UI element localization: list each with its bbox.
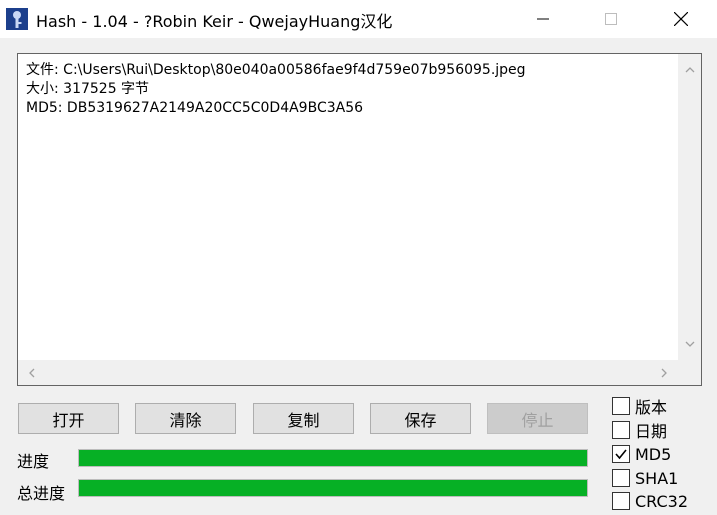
output-text: 文件: C:\Users\Rui\Desktop\80e040a00586fae… xyxy=(26,61,526,118)
title-bar: Hash - 1.04 - ?Robin Keir - QwejayHuang汉… xyxy=(0,0,717,38)
md5-checkbox[interactable] xyxy=(612,445,630,463)
crc32-checkbox[interactable] xyxy=(612,492,630,510)
scroll-down-icon[interactable] xyxy=(680,334,700,354)
maximize-button[interactable] xyxy=(588,0,634,38)
stop-button[interactable]: 停止 xyxy=(487,403,588,434)
md5-label: MD5 xyxy=(635,444,672,464)
scroll-up-icon[interactable] xyxy=(680,60,700,80)
hash-app-icon xyxy=(5,7,29,31)
minimize-icon xyxy=(537,18,549,20)
maximize-icon xyxy=(605,13,617,25)
sha1-label: SHA1 xyxy=(635,468,679,488)
close-icon xyxy=(674,12,688,26)
progress-label: 进度 xyxy=(17,452,50,471)
total-progress-bar xyxy=(78,479,588,497)
copy-button[interactable]: 复制 xyxy=(253,403,354,434)
sha1-checkbox[interactable] xyxy=(612,469,630,487)
date-checkbox[interactable] xyxy=(612,421,630,439)
version-label: 版本 xyxy=(635,398,668,417)
close-button[interactable] xyxy=(658,0,704,38)
option-md5[interactable]: MD5 xyxy=(612,443,671,465)
checkmark-icon xyxy=(615,449,627,460)
window-title: Hash - 1.04 - ?Robin Keir - QwejayHuang汉… xyxy=(36,12,393,31)
horizontal-scrollbar[interactable] xyxy=(18,360,679,385)
clear-button[interactable]: 清除 xyxy=(135,403,236,434)
scrollbar-corner xyxy=(678,360,701,385)
save-button[interactable]: 保存 xyxy=(370,403,471,434)
scroll-right-icon[interactable] xyxy=(654,363,674,383)
total-progress-fill xyxy=(79,480,587,496)
scroll-left-icon[interactable] xyxy=(22,363,42,383)
option-sha1[interactable]: SHA1 xyxy=(612,467,678,489)
date-label: 日期 xyxy=(635,422,668,441)
output-textarea[interactable]: 文件: C:\Users\Rui\Desktop\80e040a00586fae… xyxy=(17,53,702,386)
option-version[interactable]: 版本 xyxy=(612,395,667,417)
option-crc32[interactable]: CRC32 xyxy=(612,490,688,512)
progress-fill xyxy=(79,450,587,466)
progress-bar xyxy=(78,449,588,467)
vertical-scrollbar[interactable] xyxy=(678,54,701,360)
open-button[interactable]: 打开 xyxy=(18,403,119,434)
version-checkbox[interactable] xyxy=(612,397,630,415)
total-progress-label: 总进度 xyxy=(17,484,66,503)
size-line: 大小: 317525 字节 xyxy=(26,81,150,97)
file-line: 文件: C:\Users\Rui\Desktop\80e040a00586fae… xyxy=(26,62,526,78)
option-date[interactable]: 日期 xyxy=(612,419,667,441)
md5-line: MD5: DB5319627A2149A20CC5C0D4A9BC3A56 xyxy=(26,100,364,116)
minimize-button[interactable] xyxy=(520,0,566,38)
crc32-label: CRC32 xyxy=(635,491,689,511)
